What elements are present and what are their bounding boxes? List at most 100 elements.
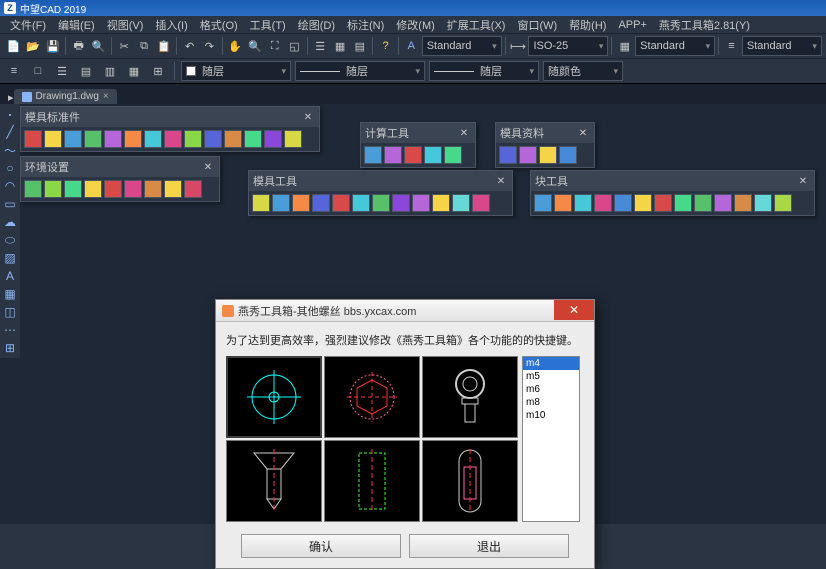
tool-icon[interactable] [472,194,490,212]
screw-type-1[interactable] [226,356,322,438]
tool-icon[interactable] [284,130,302,148]
menu-draw[interactable]: 绘图(D) [292,15,341,35]
close-icon[interactable]: ✕ [201,160,215,174]
tool-icon[interactable] [44,130,62,148]
toolbar-icon[interactable]: ▦ [124,61,144,81]
tool-icon[interactable] [164,180,182,198]
tool-icon[interactable] [292,194,310,212]
table-tool-icon[interactable]: ▦ [2,286,18,302]
tool-icon[interactable] [404,146,422,164]
more-tool-icon[interactable]: ⋯ [2,322,18,338]
tool-icon[interactable] [714,194,732,212]
table-style-icon[interactable]: ▦ [615,36,634,56]
tool-icon[interactable] [164,130,182,148]
tool-icon[interactable] [774,194,792,212]
size-list[interactable]: m4 m5 m6 m8 m10 [522,356,580,522]
tool-icon[interactable] [64,130,82,148]
tool-icon[interactable] [224,130,242,148]
toolbar-icon[interactable]: ⊞ [148,61,168,81]
ok-button[interactable]: 确认 [241,534,401,558]
tool-icon[interactable] [264,130,282,148]
tool-palette-icon[interactable]: ▤ [350,36,369,56]
collapse-arrow-icon[interactable]: ▸ [8,91,14,104]
tool-icon[interactable] [204,130,222,148]
point-tool-icon[interactable] [2,106,18,122]
preview-icon[interactable]: 🔍 [89,36,108,56]
polyline-tool-icon[interactable]: 〜 [2,142,18,158]
menu-app-plus[interactable]: APP+ [612,17,652,33]
menu-tools[interactable]: 工具(T) [244,15,292,35]
lineweight-dropdown[interactable]: 随层 [429,61,539,81]
dialog-close-icon[interactable]: ✕ [554,300,594,320]
dim-style-dropdown[interactable]: ISO-25 [528,36,608,56]
toolbar-icon[interactable]: ▥ [100,61,120,81]
layer-dropdown[interactable]: 随层 [181,61,291,81]
tool-icon[interactable] [24,130,42,148]
line-tool-icon[interactable]: ╱ [2,124,18,140]
size-option[interactable]: m6 [523,383,579,396]
text-style-icon[interactable]: A [402,36,421,56]
menu-edit[interactable]: 编辑(E) [52,15,101,35]
design-center-icon[interactable]: ▦ [331,36,350,56]
tool-icon[interactable] [614,194,632,212]
size-option[interactable]: m10 [523,409,579,422]
toolbar-icon[interactable]: □ [28,61,48,81]
cut-icon[interactable]: ✂ [115,36,134,56]
size-option[interactable]: m5 [523,370,579,383]
close-icon[interactable]: ✕ [457,126,471,140]
properties-icon[interactable]: ☰ [311,36,330,56]
tool-icon[interactable] [272,194,290,212]
help-icon[interactable]: ? [376,36,395,56]
circle-tool-icon[interactable]: ○ [2,160,18,176]
tool-icon[interactable] [184,130,202,148]
screw-type-5[interactable] [324,440,420,522]
tool-icon[interactable] [594,194,612,212]
table-style-dropdown[interactable]: Standard [635,36,715,56]
tool-icon[interactable] [432,194,450,212]
tool-icon[interactable] [44,180,62,198]
tool-icon[interactable] [252,194,270,212]
toolbar-icon[interactable]: ☰ [52,61,72,81]
toolbar-icon[interactable]: ≡ [4,61,24,81]
tool-icon[interactable] [554,194,572,212]
tool-icon[interactable] [372,194,390,212]
hatch-tool-icon[interactable]: ▨ [2,250,18,266]
toolbar-icon[interactable]: ▤ [76,61,96,81]
tool-icon[interactable] [674,194,692,212]
tool-icon[interactable] [84,130,102,148]
zoom-win-icon[interactable]: ◱ [285,36,304,56]
tool-icon[interactable] [104,130,122,148]
pan-icon[interactable]: ✋ [226,36,245,56]
zoom-ext-icon[interactable]: ⛶ [265,36,284,56]
menu-insert[interactable]: 插入(I) [149,15,193,35]
tool-icon[interactable] [312,194,330,212]
close-icon[interactable]: ✕ [796,174,810,188]
zoom-icon[interactable]: 🔍 [246,36,265,56]
tool-icon[interactable] [754,194,772,212]
tool-icon[interactable] [734,194,752,212]
close-icon[interactable]: ✕ [576,126,590,140]
tool-icon[interactable] [84,180,102,198]
print-icon[interactable]: 🖶 [69,36,88,56]
text-style-dropdown[interactable]: Standard [422,36,502,56]
tool-icon[interactable] [144,130,162,148]
tool-icon[interactable] [24,180,42,198]
tool-icon[interactable] [424,146,442,164]
mline-style-icon[interactable]: ≡ [722,36,741,56]
tool-icon[interactable] [104,180,122,198]
menu-window[interactable]: 窗口(W) [511,15,563,35]
menu-yanxiu-toolbox[interactable]: 燕秀工具箱2.81(Y) [653,15,756,35]
tool-icon[interactable] [634,194,652,212]
copy-icon[interactable]: ⧉ [135,36,154,56]
tool-icon[interactable] [539,146,557,164]
screw-type-4[interactable] [226,440,322,522]
arc-tool-icon[interactable]: ◠ [2,178,18,194]
tool-icon[interactable] [654,194,672,212]
menu-file[interactable]: 文件(F) [4,15,52,35]
block-tool-icon[interactable]: ◫ [2,304,18,320]
tool-icon[interactable] [694,194,712,212]
color-dropdown[interactable]: 随颜色 [543,61,623,81]
tool-icon[interactable] [574,194,592,212]
menu-format[interactable]: 格式(O) [194,15,244,35]
tool-icon[interactable] [412,194,430,212]
